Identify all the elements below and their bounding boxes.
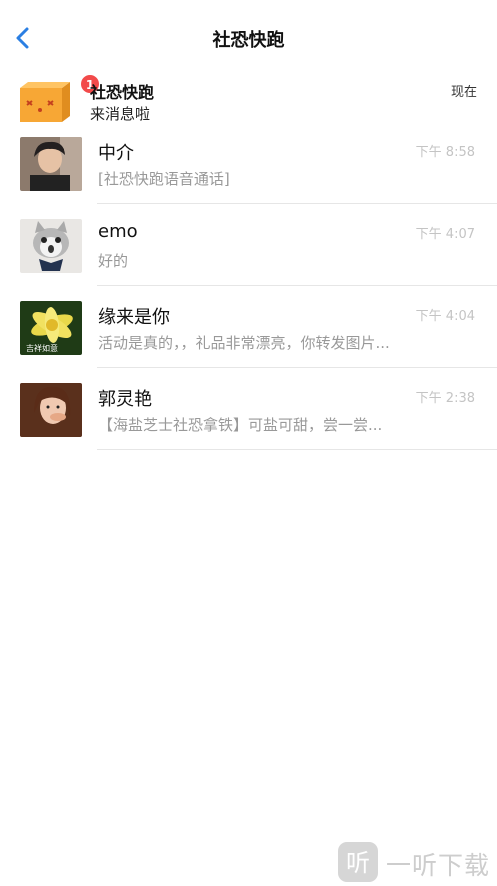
divider: [97, 203, 497, 204]
chat-preview: 活动是真的，，礼品非常漂亮，你转发图片...: [98, 334, 390, 352]
chat-name: 中介: [98, 143, 134, 164]
avatar: [20, 137, 82, 191]
app-avatar: 1: [18, 74, 100, 124]
chat-name: emo: [98, 221, 138, 242]
chat-time: 下午 4:04: [415, 309, 475, 324]
conversation-name: 社恐快跑: [90, 83, 155, 102]
watermark-logo-icon: 听: [338, 842, 378, 882]
divider: [97, 367, 497, 368]
chat-preview: 【海盐芝士社恐拿铁】可盐可甜，尝一尝...: [98, 416, 383, 434]
avatar: 吉祥如意: [20, 301, 82, 355]
divider: [97, 449, 497, 450]
watermark: 听 一听下载: [338, 842, 496, 882]
chat-time: 下午 4:07: [415, 227, 475, 242]
watermark-text: 一听下载: [386, 851, 491, 880]
chat-preview: [社恐快跑语音通话]: [98, 170, 230, 188]
paper-bag-icon: [20, 82, 70, 122]
conversation-preview: 来消息啦: [90, 105, 151, 123]
chat-item-guolingyan[interactable]: 郭灵艳 【海盐芝士社恐拿铁】可盐可甜，尝一尝... 下午 2:38: [0, 383, 497, 465]
chat-item-emo[interactable]: emo 好的 下午 4:07: [0, 219, 497, 301]
pinned-conversation[interactable]: 1 社恐快跑 来消息啦 现在: [0, 74, 497, 126]
avatar: [20, 383, 82, 437]
header-bar: 社恐快跑: [0, 0, 497, 76]
divider: [97, 285, 497, 286]
chat-item-yuanlaishini[interactable]: 吉祥如意 缘来是你 活动是真的，，礼品非常漂亮，你转发图片... 下午 4:04: [0, 301, 497, 383]
avatar-caption: 吉祥如意: [26, 343, 58, 353]
avatar: [20, 219, 82, 273]
conversation-time: 现在: [450, 85, 477, 100]
chat-name: 缘来是你: [98, 307, 170, 328]
chat-name: 郭灵艳: [98, 389, 152, 410]
chat-time: 下午 8:58: [415, 145, 475, 160]
svg-text:听: 听: [346, 849, 370, 877]
chat-time: 下午 2:38: [415, 391, 475, 406]
chat-item-zhongjie[interactable]: 中介 [社恐快跑语音通话] 下午 8:58: [0, 137, 497, 219]
page-title: 社恐快跑: [212, 30, 285, 51]
chat-preview: 好的: [98, 252, 129, 270]
